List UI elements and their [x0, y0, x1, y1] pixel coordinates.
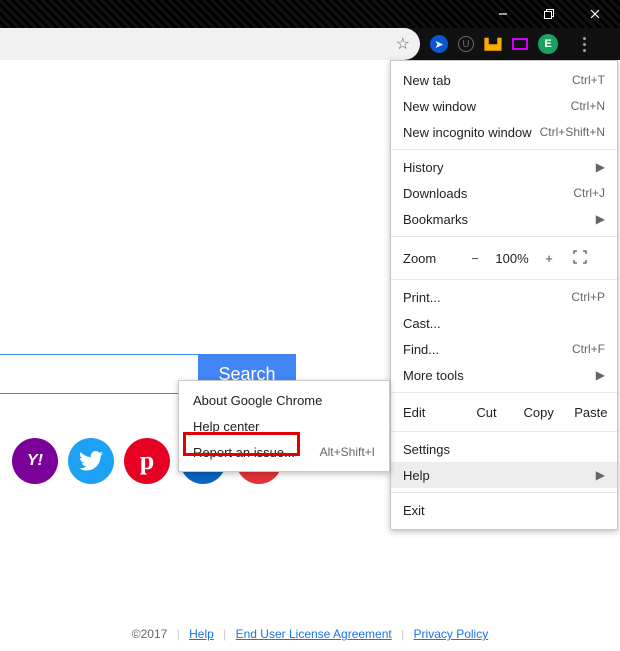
menu-paste[interactable]: Paste: [565, 397, 617, 427]
submenu-report-accel: Alt+Shift+I: [320, 445, 375, 459]
menu-divider: [391, 392, 617, 393]
yahoo-icon[interactable]: Y!: [12, 438, 58, 484]
chevron-right-icon: ▶: [596, 160, 605, 174]
page-footer: ©2017 | Help | End User License Agreemen…: [0, 627, 620, 647]
extension-icon-2[interactable]: U: [458, 36, 474, 52]
menu-new-incognito[interactable]: New incognito windowCtrl+Shift+N: [391, 119, 617, 145]
menu-new-window-label: New window: [403, 99, 571, 114]
menu-find[interactable]: Find...Ctrl+F: [391, 336, 617, 362]
zoom-value: 100%: [489, 251, 535, 266]
menu-history[interactable]: History ▶: [391, 154, 617, 180]
fullscreen-icon: [573, 250, 587, 264]
close-button[interactable]: [572, 0, 618, 28]
menu-exit[interactable]: Exit: [391, 497, 617, 523]
menu-settings-label: Settings: [403, 442, 605, 457]
profile-avatar[interactable]: E: [538, 34, 558, 54]
menu-cast[interactable]: Cast...: [391, 310, 617, 336]
submenu-report-issue[interactable]: Report an issue...Alt+Shift+I: [179, 439, 389, 465]
footer-sep: |: [177, 627, 180, 641]
restore-button[interactable]: [526, 0, 572, 28]
footer-sep: |: [401, 627, 404, 641]
menu-zoom-row: Zoom − 100% +: [391, 241, 617, 275]
footer-copyright: ©2017: [132, 627, 168, 641]
menu-exit-label: Exit: [403, 503, 605, 518]
extension-icons: ➤ U ▙▟ E: [430, 32, 600, 56]
submenu-about-chrome[interactable]: About Google Chrome: [179, 387, 389, 413]
address-bar[interactable]: ☆: [0, 28, 420, 60]
menu-cut[interactable]: Cut: [460, 397, 512, 427]
menu-bookmarks[interactable]: Bookmarks ▶: [391, 206, 617, 232]
menu-new-window-accel: Ctrl+N: [571, 99, 605, 113]
submenu-help-center[interactable]: Help center: [179, 413, 389, 439]
menu-edit-label: Edit: [391, 397, 460, 427]
restore-icon: [544, 9, 554, 19]
fullscreen-button[interactable]: [563, 250, 597, 267]
menu-find-accel: Ctrl+F: [572, 342, 605, 356]
submenu-help-center-label: Help center: [193, 419, 375, 434]
chrome-main-menu: New tabCtrl+T New windowCtrl+N New incog…: [390, 60, 618, 530]
extension-icon-1[interactable]: ➤: [430, 35, 448, 53]
menu-downloads-label: Downloads: [403, 186, 573, 201]
minimize-button[interactable]: [480, 0, 526, 28]
menu-more-tools-label: More tools: [403, 368, 590, 383]
footer-link-eula[interactable]: End User License Agreement: [236, 627, 392, 641]
menu-find-label: Find...: [403, 342, 572, 357]
menu-settings[interactable]: Settings: [391, 436, 617, 462]
menu-divider: [391, 149, 617, 150]
footer-link-privacy[interactable]: Privacy Policy: [414, 627, 489, 641]
menu-new-incognito-accel: Ctrl+Shift+N: [540, 125, 605, 139]
menu-divider: [391, 431, 617, 432]
menu-new-tab-label: New tab: [403, 73, 572, 88]
extension-icon-3[interactable]: ▙▟: [484, 35, 502, 53]
chrome-menu-button[interactable]: [574, 32, 594, 56]
bookmark-star-icon[interactable]: ☆: [396, 34, 410, 54]
twitter-icon[interactable]: [68, 438, 114, 484]
chevron-right-icon: ▶: [596, 368, 605, 382]
menu-new-window[interactable]: New windowCtrl+N: [391, 93, 617, 119]
extension-icon-4[interactable]: [512, 38, 528, 50]
menu-divider: [391, 236, 617, 237]
menu-history-label: History: [403, 160, 590, 175]
menu-print-label: Print...: [403, 290, 571, 305]
submenu-about-label: About Google Chrome: [193, 393, 375, 408]
menu-divider: [391, 492, 617, 493]
menu-print[interactable]: Print...Ctrl+P: [391, 284, 617, 310]
minimize-icon: [498, 9, 508, 19]
twitter-bird-icon: [79, 451, 103, 471]
chevron-right-icon: ▶: [596, 212, 605, 226]
menu-help-label: Help: [403, 468, 590, 483]
menu-divider: [391, 279, 617, 280]
menu-help[interactable]: Help ▶: [391, 462, 617, 488]
help-submenu: About Google Chrome Help center Report a…: [178, 380, 390, 472]
browser-toolbar: ☆ ➤ U ▙▟ E: [0, 28, 620, 60]
menu-edit-row: Edit Cut Copy Paste: [391, 397, 617, 427]
zoom-out-button[interactable]: −: [461, 251, 489, 266]
menu-more-tools[interactable]: More tools ▶: [391, 362, 617, 388]
menu-new-tab[interactable]: New tabCtrl+T: [391, 67, 617, 93]
menu-new-incognito-label: New incognito window: [403, 125, 540, 140]
footer-link-help[interactable]: Help: [189, 627, 214, 641]
submenu-report-label: Report an issue...: [193, 445, 320, 460]
menu-copy[interactable]: Copy: [513, 397, 565, 427]
footer-sep: |: [223, 627, 226, 641]
menu-downloads-accel: Ctrl+J: [573, 186, 605, 200]
zoom-in-button[interactable]: +: [535, 251, 563, 266]
menu-cast-label: Cast...: [403, 316, 605, 331]
menu-zoom-label: Zoom: [391, 251, 461, 266]
menu-bookmarks-label: Bookmarks: [403, 212, 590, 227]
menu-new-tab-accel: Ctrl+T: [572, 73, 605, 87]
pinterest-icon[interactable]: p: [124, 438, 170, 484]
menu-print-accel: Ctrl+P: [571, 290, 605, 304]
close-icon: [590, 9, 600, 19]
window-titlebar: [0, 0, 620, 28]
menu-downloads[interactable]: DownloadsCtrl+J: [391, 180, 617, 206]
chevron-right-icon: ▶: [596, 468, 605, 482]
